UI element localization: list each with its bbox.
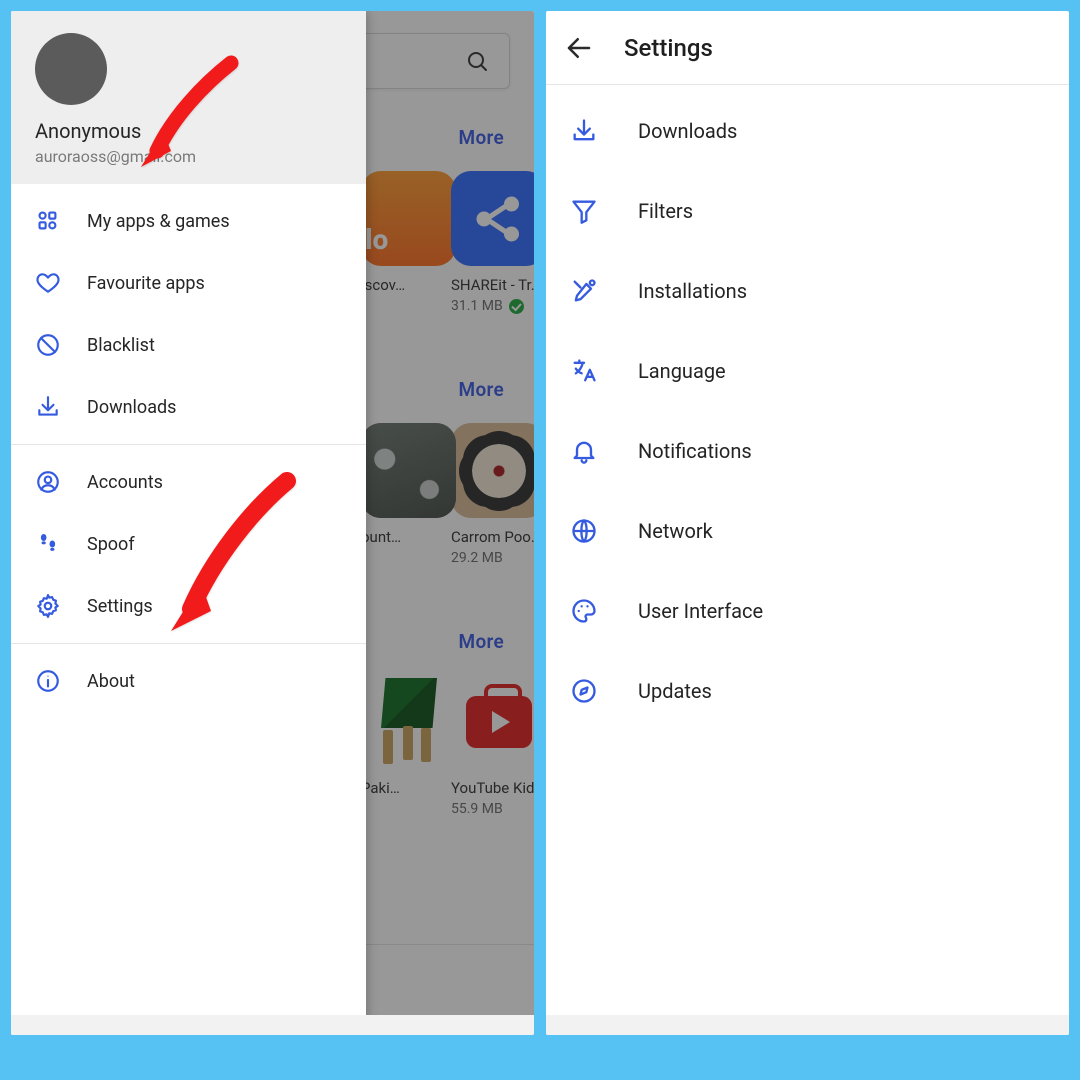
drawer-item-settings[interactable]: Settings — [11, 575, 366, 637]
drawer-item-label: Spoof — [87, 534, 135, 555]
tools-icon — [570, 277, 598, 305]
bell-icon — [570, 437, 598, 465]
drawer-header[interactable]: Anonymous auroraoss@gmail.com — [11, 11, 366, 184]
settings-list: Downloads Filters Installations Language… — [546, 85, 1069, 737]
heart-icon — [35, 270, 61, 296]
drawer-item-label: About — [87, 671, 135, 692]
drawer-item-favourites[interactable]: Favourite apps — [11, 252, 366, 314]
settings-item-language[interactable]: Language — [546, 331, 1069, 411]
back-button[interactable] — [564, 33, 594, 63]
settings-item-filters[interactable]: Filters — [546, 171, 1069, 251]
account-icon — [35, 469, 61, 495]
filter-icon — [570, 197, 598, 225]
gear-icon — [35, 593, 61, 619]
language-icon — [570, 357, 598, 385]
palette-icon — [570, 597, 598, 625]
left-phone-screen: es More More More lo iscov… SHAREit - Tr… — [11, 11, 534, 1035]
arrow-left-icon — [564, 33, 594, 63]
settings-item-updates[interactable]: Updates — [546, 651, 1069, 731]
globe-icon — [570, 517, 598, 545]
settings-item-label: Language — [638, 359, 726, 383]
drawer-item-my-apps[interactable]: My apps & games — [11, 190, 366, 252]
settings-item-label: Updates — [638, 679, 712, 703]
settings-item-label: Installations — [638, 279, 747, 303]
drawer-item-label: Blacklist — [87, 335, 155, 356]
footsteps-icon — [35, 531, 61, 557]
settings-item-label: Filters — [638, 199, 693, 223]
settings-header: Settings — [546, 11, 1069, 85]
avatar — [35, 33, 107, 105]
info-icon — [35, 668, 61, 694]
drawer-item-spoof[interactable]: Spoof — [11, 513, 366, 575]
user-name: Anonymous — [35, 119, 342, 143]
user-email: auroraoss@gmail.com — [35, 147, 342, 166]
nav-bar-strip — [546, 1015, 1069, 1035]
apps-icon — [35, 208, 61, 234]
settings-item-installations[interactable]: Installations — [546, 251, 1069, 331]
settings-item-downloads[interactable]: Downloads — [546, 91, 1069, 171]
drawer-item-about[interactable]: About — [11, 650, 366, 712]
settings-item-label: User Interface — [638, 599, 763, 623]
settings-item-notifications[interactable]: Notifications — [546, 411, 1069, 491]
download-icon — [35, 394, 61, 420]
drawer-item-downloads[interactable]: Downloads — [11, 376, 366, 438]
drawer-item-accounts[interactable]: Accounts — [11, 451, 366, 513]
settings-item-label: Notifications — [638, 439, 752, 463]
drawer-item-label: Accounts — [87, 472, 163, 493]
download-icon — [570, 117, 598, 145]
settings-item-ui[interactable]: User Interface — [546, 571, 1069, 651]
blocked-icon — [35, 332, 61, 358]
drawer-item-label: Favourite apps — [87, 273, 205, 294]
settings-item-label: Network — [638, 519, 713, 543]
drawer-item-label: Downloads — [87, 397, 176, 418]
nav-bar-strip — [11, 1015, 534, 1035]
nav-drawer: Anonymous auroraoss@gmail.com My apps & … — [11, 11, 366, 1035]
drawer-item-label: My apps & games — [87, 211, 230, 232]
page-title: Settings — [624, 34, 713, 62]
settings-item-network[interactable]: Network — [546, 491, 1069, 571]
drawer-item-blacklist[interactable]: Blacklist — [11, 314, 366, 376]
compass-icon — [570, 677, 598, 705]
drawer-item-label: Settings — [87, 596, 153, 617]
right-phone-screen: Settings Downloads Filters Installations… — [546, 11, 1069, 1035]
settings-item-label: Downloads — [638, 119, 737, 143]
